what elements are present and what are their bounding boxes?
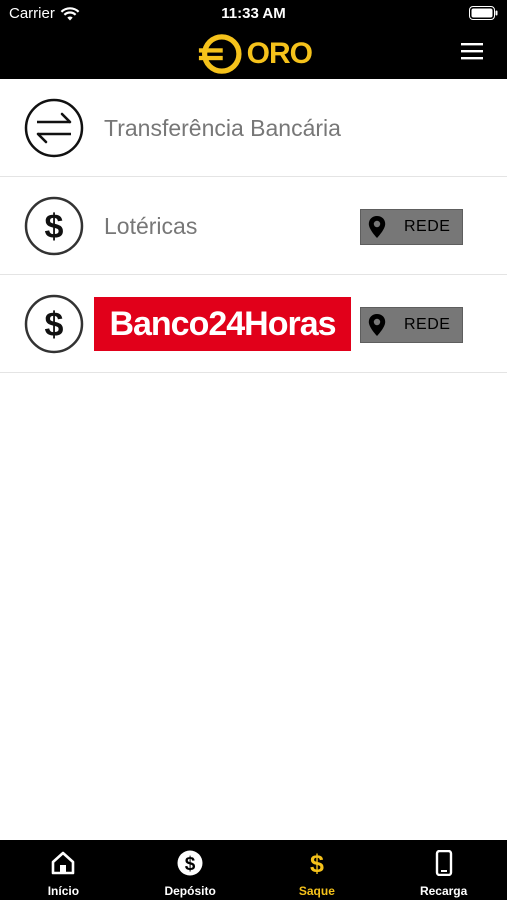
- list-item-label: Lotéricas: [104, 212, 198, 239]
- dollar-circle-icon: $: [24, 294, 84, 354]
- rede-button[interactable]: REDE: [360, 307, 463, 343]
- rede-label: REDE: [404, 218, 451, 235]
- list-item-lotericas[interactable]: $ Lotéricas REDE: [0, 177, 507, 275]
- tab-inicio[interactable]: Início: [0, 840, 127, 900]
- battery-icon: [469, 6, 498, 20]
- bottom-tab-bar: Início $ Depósito $ Saque Recarga: [0, 840, 507, 900]
- status-time: 11:33 AM: [221, 5, 286, 22]
- transfer-arrows-icon: [24, 98, 84, 158]
- tab-deposito[interactable]: $ Depósito: [127, 840, 254, 900]
- top-bar: Carrier 11:33 AM ORO: [0, 0, 507, 79]
- dollar-sign-icon: $: [310, 850, 324, 876]
- tab-label: Início: [47, 884, 80, 898]
- svg-text:$: $: [185, 854, 196, 875]
- rede-button[interactable]: REDE: [360, 209, 463, 245]
- list-item-banco24horas[interactable]: $ Banco24Horas REDE: [0, 275, 507, 373]
- list-item-transferencia[interactable]: Transferência Bancária: [0, 79, 507, 177]
- app-root: Carrier 11:33 AM ORO Transferência Bancá…: [0, 0, 507, 900]
- dollar-circle-icon: $: [24, 196, 84, 256]
- svg-text:$: $: [45, 306, 64, 344]
- tab-label: Saque: [298, 884, 335, 898]
- logo-text: ORO: [246, 37, 313, 70]
- euro-coin-icon: [198, 34, 242, 74]
- svg-text:$: $: [45, 208, 64, 246]
- banco24horas-logo: Banco24Horas: [94, 297, 351, 351]
- location-pin-icon: [368, 216, 386, 238]
- hamburger-menu-icon[interactable]: [459, 40, 485, 62]
- tab-saque[interactable]: $ Saque: [254, 840, 381, 900]
- svg-text:$: $: [310, 850, 324, 876]
- mobile-phone-icon: [435, 850, 452, 876]
- tab-label: Recarga: [419, 884, 468, 898]
- withdraw-options-list: Transferência Bancária $ Lotéricas REDE …: [0, 79, 507, 373]
- home-icon: [52, 851, 75, 875]
- location-pin-icon: [368, 314, 386, 336]
- oro-logo: ORO: [197, 31, 313, 77]
- rede-label: REDE: [404, 316, 451, 333]
- tab-label: Depósito: [164, 884, 216, 898]
- tab-recarga[interactable]: Recarga: [380, 840, 507, 900]
- dollar-badge-icon: $: [177, 850, 203, 876]
- list-item-label: Transferência Bancária: [104, 114, 341, 141]
